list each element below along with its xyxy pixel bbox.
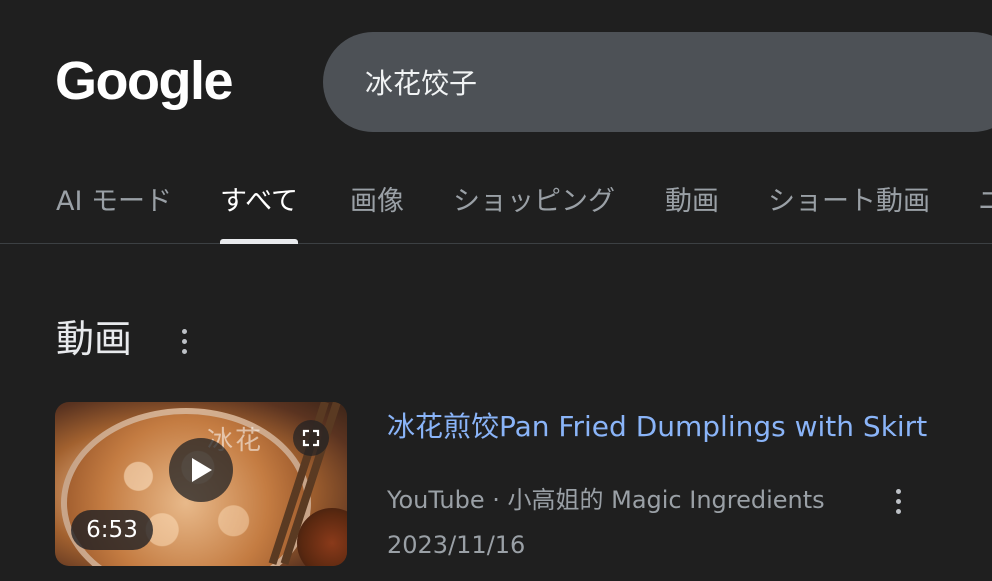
- tab-videos[interactable]: 動画: [665, 184, 719, 244]
- expand-icon[interactable]: [293, 420, 329, 456]
- google-logo[interactable]: Google: [55, 44, 234, 118]
- video-date: 2023/11/16: [387, 531, 526, 559]
- play-icon[interactable]: [169, 438, 233, 502]
- video-thumbnail[interactable]: 冰花 6:53: [55, 402, 347, 566]
- more-vert-icon[interactable]: [170, 322, 198, 360]
- tab-all[interactable]: すべて: [220, 184, 299, 244]
- tab-shopping[interactable]: ショッピング: [453, 184, 615, 244]
- google-search-results-page: Google AI モード すべて 画像 ショッピング 動画 ショート動画 ニ …: [0, 0, 992, 581]
- tab-ai-mode[interactable]: AI モード: [56, 184, 172, 244]
- search-bar[interactable]: [323, 32, 992, 132]
- search-tabs: AI モード すべて 画像 ショッピング 動画 ショート動画 ニ: [0, 170, 992, 244]
- video-title-link[interactable]: 冰花煎饺Pan Fried Dumplings with Skirt: [387, 408, 927, 446]
- more-vert-icon[interactable]: [884, 484, 912, 518]
- tab-images[interactable]: 画像: [350, 184, 404, 244]
- video-source: YouTube · 小高姐的 Magic Ingredients: [387, 486, 825, 514]
- tab-news[interactable]: ニ: [978, 184, 992, 244]
- video-duration: 6:53: [71, 510, 153, 550]
- tab-short-videos[interactable]: ショート動画: [768, 184, 930, 244]
- section-title: 動画: [56, 317, 133, 361]
- search-input[interactable]: [365, 65, 925, 99]
